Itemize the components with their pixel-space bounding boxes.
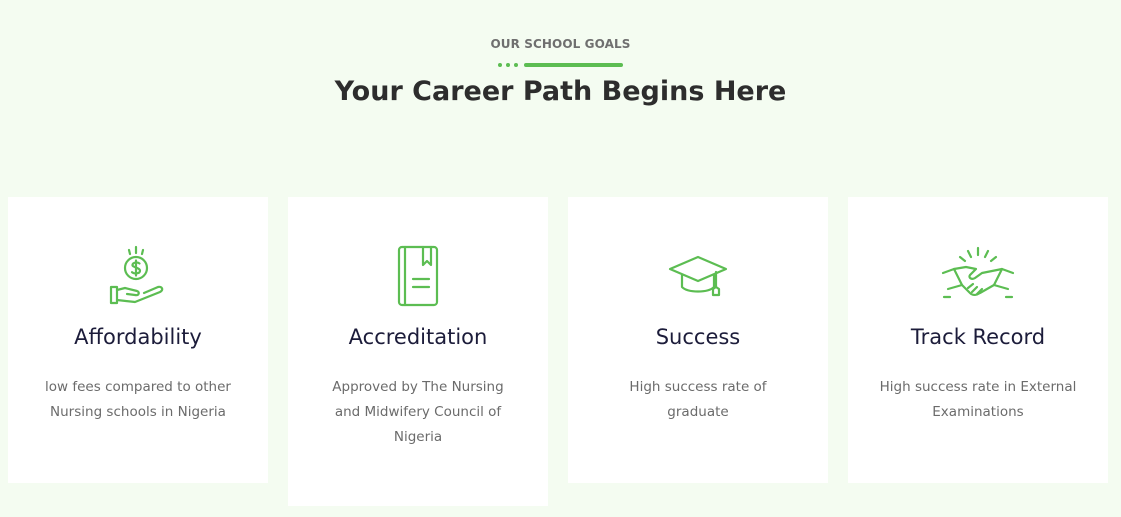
card-title: Success	[655, 325, 741, 349]
title-divider	[0, 62, 1121, 68]
card-title: Accreditation	[348, 325, 488, 349]
divider-dot	[498, 63, 502, 67]
goal-card-affordability: Affordability low fees compared to other…	[8, 197, 268, 483]
section-eyebrow: OUR SCHOOL GOALS	[490, 37, 631, 51]
handshake-icon	[848, 245, 1108, 309]
divider-bar	[524, 63, 623, 67]
card-title: Track Record	[910, 325, 1046, 349]
divider-dot	[514, 63, 518, 67]
card-description: Approved by The Nursing and Midwifery Co…	[332, 379, 504, 445]
graduation-cap-icon	[568, 245, 828, 309]
card-description: High success rate of graduate	[629, 379, 767, 420]
goal-card-track-record: Track Record High success rate in Extern…	[848, 197, 1108, 483]
card-description: low fees compared to other Nursing schoo…	[45, 379, 231, 420]
card-title: Affordability	[74, 325, 202, 349]
divider-dot	[506, 63, 510, 67]
money-hand-icon	[8, 245, 268, 309]
goal-card-success: Success High success rate of graduate	[568, 197, 828, 483]
school-goals-section: OUR SCHOOL GOALS Your Career Path Begins…	[0, 0, 1121, 517]
section-header: OUR SCHOOL GOALS Your Career Path Begins…	[0, 36, 1121, 110]
book-icon	[288, 245, 548, 309]
section-title: Your Career Path Begins Here	[334, 76, 787, 107]
goal-card-accreditation: Accreditation Approved by The Nursing an…	[288, 197, 548, 506]
card-description: High success rate in External Examinatio…	[879, 379, 1077, 420]
